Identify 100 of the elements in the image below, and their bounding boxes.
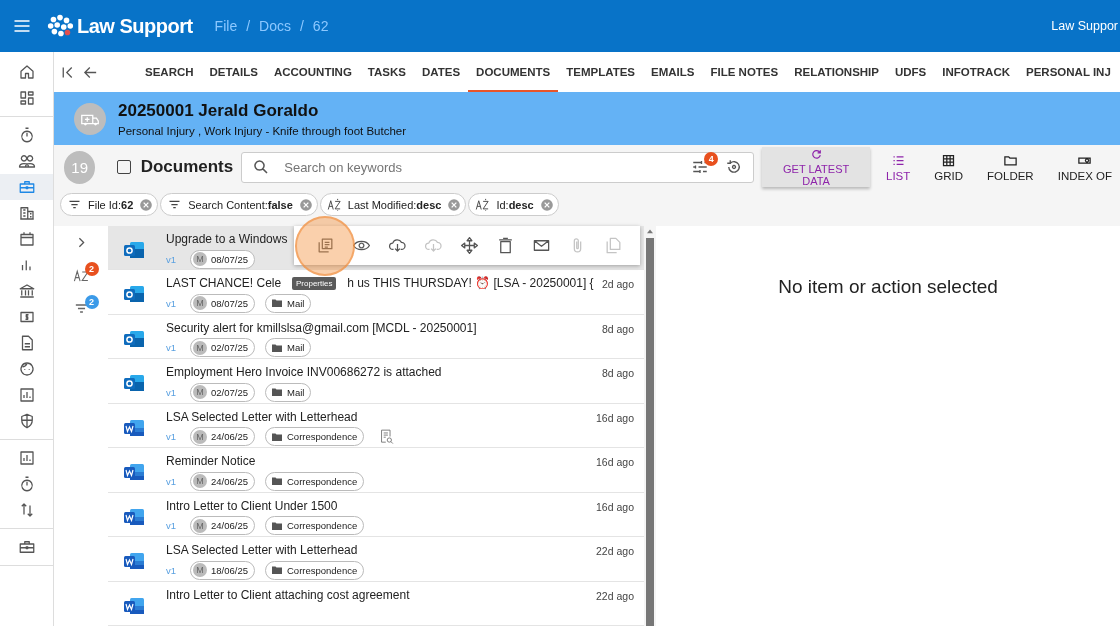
download-icon[interactable] [388,236,407,255]
document-date: 24/06/25 [211,431,248,443]
tab[interactable]: RELATIONSHIP [786,52,887,92]
remove-chip-icon[interactable] [298,197,313,212]
tab[interactable]: FILE NOTES [702,52,787,92]
remove-chip-icon[interactable] [447,197,462,212]
folder-chip: Correspondence [265,560,365,580]
document-age: 16d ago [596,456,634,469]
scroll-up-icon[interactable] [646,228,654,234]
document-row[interactable]: Employment Hero Invoice INV00686272 is attached v1 M 02/07/25 Mail 8d ago [108,359,644,404]
filter-chip[interactable]: Id:desc [468,193,559,216]
document-age: 22d ago [596,545,634,558]
app-name: Law Support [77,14,193,38]
section-title: Documents [140,157,234,177]
tab[interactable]: DETAILS [201,52,266,92]
folder-icon [271,297,283,310]
scrollbar-thumb[interactable] [646,238,654,626]
author-avatar: M [193,429,207,444]
search-field[interactable]: Search on keywords 4 [241,151,755,183]
document-row[interactable]: Security alert for kmillslsa@gmail.com [MCDL - 20250001] v1 M 02/07/25 Mail 8d ago [108,314,644,360]
version-label: v1 [166,431,178,443]
version-label: v1 [166,342,178,354]
calendar-icon [17,230,36,248]
dashboard-icon [17,89,36,107]
briefcase-icon [17,538,36,556]
document-title: h us THIS THURSDAY! ⏰ [LSA - 20250001] { [347,276,594,291]
user-name[interactable]: Law Suppor [1051,19,1118,33]
document-date: 24/06/25 [211,520,248,532]
document-date: 08/07/25 [211,253,248,265]
refresh-icon [809,147,823,161]
document-title: Intro Letter to Client Under 1500 [166,498,338,513]
version-label: v1 [166,297,178,309]
tab[interactable]: TASKS [359,52,414,92]
document-row[interactable]: Intro Letter to Client Under 1500 v1 M 24/06/25 Correspondence 16d ago [108,492,644,538]
document-title: Security alert for kmillslsa@gmail.com [MCDL - 20250001] [166,320,477,335]
version-label: v1 [166,253,178,265]
tab[interactable]: SEARCH [137,52,202,92]
sort-az-icon[interactable] [72,267,90,284]
view-option[interactable]: FOLDER [979,152,1042,182]
document-title: Intro Letter to Client attaching cost agreement [166,587,410,602]
filter-count-badge: 4 [704,152,719,166]
document-age: 8d ago [601,367,634,380]
empty-state-message: No item or action selected [778,276,998,299]
briefcase-icon [17,178,36,196]
tab[interactable]: PERSONAL INJ [1018,52,1119,92]
folder-chip: Mail [265,382,312,402]
click-highlight [295,216,355,276]
document-age: 22d ago [596,589,634,602]
filter-chip[interactable]: Last Modified:desc [319,193,467,216]
view-option[interactable]: GRID [926,152,972,182]
sort-az-icon [326,197,342,212]
folder-icon [271,386,283,399]
view-option[interactable]: INDEX OF [1049,152,1120,182]
document-row[interactable]: Reminder Notice v1 M 24/06/25 Correspondence 16d ago [108,448,644,493]
folder-chip: Mail [265,293,312,313]
folder-icon [271,475,283,488]
remove-chip-icon[interactable] [539,197,554,212]
properties-tooltip: Properties [292,277,337,290]
filter-sliders-icon[interactable] [691,158,710,176]
filter-count-badge: 2 [84,295,99,309]
version-label: v1 [166,520,178,532]
document-row[interactable]: Intro Letter to Client attaching cost agreement 22d ago [108,581,644,626]
document-row[interactable]: LSA Selected Letter with Letterhead v1 M 18/06/25 Correspondence 22d ago [108,537,644,582]
get-latest-data-button[interactable]: GET LATEST DATA [762,147,870,187]
breadcrumb-separator: / [246,18,251,34]
tab[interactable]: UDFS [887,52,935,92]
author-avatar: M [193,252,207,266]
tab[interactable]: TEMPLATES [558,52,644,92]
document-title: Reminder Notice [166,454,256,469]
people-icon [17,152,36,170]
document-date: 02/07/25 [211,386,248,398]
matter-subtitle: Personal Injury , Work Injury - Knife through foot Butcher [118,124,407,137]
tab[interactable]: DATES [414,52,469,92]
delete-icon[interactable] [496,236,515,255]
move-icon[interactable] [460,236,479,255]
remove-chip-icon[interactable] [139,197,154,212]
filter-chip[interactable]: File Id:62 [60,193,159,216]
author-avatar: M [193,474,207,489]
view-option[interactable]: LIST [878,152,919,182]
tab[interactable]: INFOTRACK [934,52,1018,92]
document-search-icon[interactable] [378,428,396,446]
document-age: 2d ago [601,278,634,291]
author-avatar: M [193,385,207,400]
version-label: v1 [166,386,178,398]
document-row[interactable]: LSA Selected Letter with Letterhead v1 M 24/06/25 Correspondence 16d ago [108,403,644,449]
tab[interactable]: EMAILS [643,52,703,92]
search-input[interactable]: Search on keywords [282,158,684,176]
nav-item[interactable] [0,174,53,200]
tab[interactable]: ACCOUNTING [265,52,360,92]
folder-chip: Mail [265,338,312,358]
properties-icon[interactable] [316,236,335,255]
home-icon [17,63,36,81]
filter-chip[interactable]: Search Content:false [160,193,318,216]
select-all-checkbox[interactable] [117,160,131,174]
building-icon [17,204,36,222]
breadcrumb-separator: / [299,18,304,34]
document-date: 08/07/25 [211,297,248,309]
folder-chip: Correspondence [265,471,365,491]
matter-title: 20250001 Jerald Goraldo [118,100,320,121]
document-title: Upgrade to a Windows [166,232,288,246]
